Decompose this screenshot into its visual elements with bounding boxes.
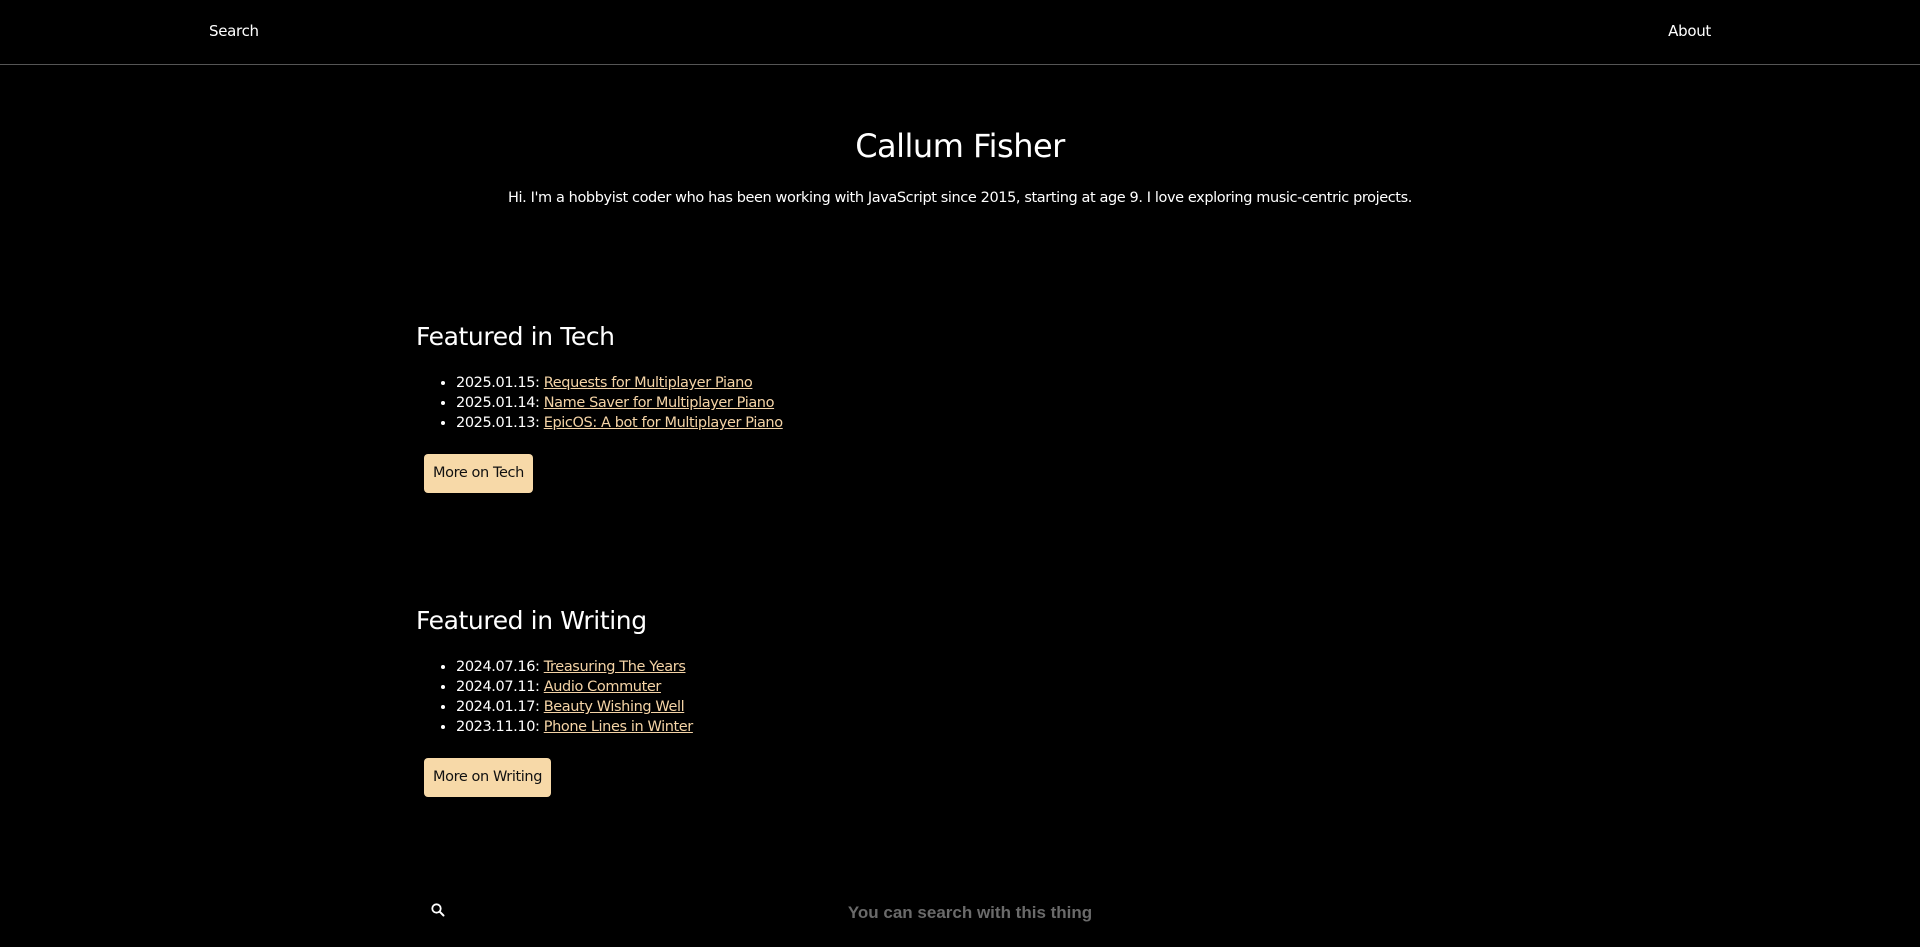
featured-tech-section: Featured in Tech 2025.01.15: Requests fo… [416, 322, 1516, 493]
post-link[interactable]: Audio Commuter [544, 679, 662, 695]
list-item: 2025.01.15: Requests for Multiplayer Pia… [456, 373, 1516, 393]
nav-search-link[interactable]: Search [209, 22, 259, 40]
list-item: 2025.01.13: EpicOS: A bot for Multiplaye… [456, 413, 1516, 433]
post-link[interactable]: EpicOS: A bot for Multiplayer Piano [544, 415, 783, 431]
post-date: 2024.01.17: [456, 699, 540, 715]
list-item: 2023.11.10: Phone Lines in Winter [456, 717, 1516, 737]
top-navbar: Search About [0, 0, 1920, 65]
post-date: 2024.07.11: [456, 679, 540, 695]
intro-text: Hi. I'm a hobbyist coder who has been wo… [508, 190, 1412, 206]
more-on-tech-button[interactable]: More on Tech [424, 454, 533, 493]
nav-about-link[interactable]: About [1668, 22, 1711, 40]
featured-tech-heading: Featured in Tech [416, 322, 615, 351]
search-input[interactable] [460, 890, 1480, 936]
tech-post-list: 2025.01.15: Requests for Multiplayer Pia… [416, 373, 1516, 433]
post-date: 2024.07.16: [456, 659, 540, 675]
post-link[interactable]: Name Saver for Multiplayer Piano [544, 395, 775, 411]
post-link[interactable]: Phone Lines in Winter [544, 719, 694, 735]
writing-post-list: 2024.07.16: Treasuring The Years 2024.07… [416, 657, 1516, 737]
more-on-writing-button[interactable]: More on Writing [424, 758, 552, 797]
featured-writing-section: Featured in Writing 2024.07.16: Treasuri… [416, 606, 1516, 797]
post-date: 2025.01.15: [456, 375, 540, 391]
post-date: 2023.11.10: [456, 719, 540, 735]
list-item: 2025.01.14: Name Saver for Multiplayer P… [456, 393, 1516, 413]
post-date: 2025.01.13: [456, 415, 540, 431]
featured-writing-heading: Featured in Writing [416, 606, 647, 635]
post-date: 2025.01.14: [456, 395, 540, 411]
list-item: 2024.01.17: Beauty Wishing Well [456, 697, 1516, 717]
list-item: 2024.07.16: Treasuring The Years [456, 657, 1516, 677]
post-link[interactable]: Requests for Multiplayer Piano [544, 375, 753, 391]
search-bar [416, 890, 1516, 936]
page-title: Callum Fisher [855, 127, 1065, 165]
search-icon[interactable] [430, 902, 446, 918]
list-item: 2024.07.11: Audio Commuter [456, 677, 1516, 697]
post-link[interactable]: Treasuring The Years [544, 659, 686, 675]
post-link[interactable]: Beauty Wishing Well [544, 699, 685, 715]
